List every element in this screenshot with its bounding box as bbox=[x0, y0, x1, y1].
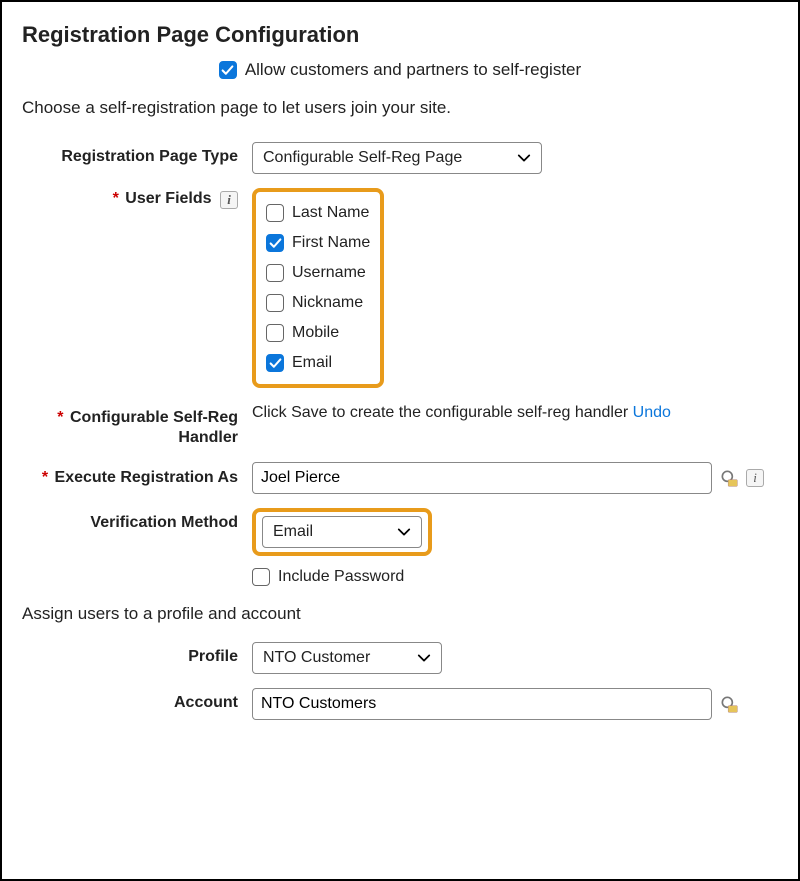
allow-self-register-checkbox[interactable] bbox=[219, 61, 237, 79]
page-title: Registration Page Configuration bbox=[22, 22, 778, 48]
include-password-label: Include Password bbox=[278, 568, 404, 586]
registration-page-type-value: Configurable Self-Reg Page bbox=[263, 149, 462, 167]
user-field-label: Last Name bbox=[292, 204, 369, 222]
required-asterisk: * bbox=[42, 469, 48, 486]
profile-select[interactable]: NTO Customer bbox=[252, 642, 442, 674]
verification-method-highlight: Email bbox=[252, 508, 432, 556]
check-icon bbox=[221, 64, 234, 77]
lookup-icon[interactable] bbox=[718, 467, 740, 489]
handler-message: Click Save to create the configurable se… bbox=[252, 404, 628, 421]
registration-page-type-select[interactable]: Configurable Self-Reg Page bbox=[252, 142, 542, 174]
chevron-down-icon bbox=[397, 525, 411, 539]
user-field-row: First Name bbox=[266, 228, 370, 258]
user-fields-label: User Fields bbox=[125, 190, 211, 207]
user-field-checkbox-lastname[interactable] bbox=[266, 204, 284, 222]
profile-value: NTO Customer bbox=[263, 649, 370, 667]
required-asterisk: * bbox=[57, 409, 63, 426]
profile-label: Profile bbox=[22, 642, 252, 666]
verification-method-label: Verification Method bbox=[22, 508, 252, 532]
account-input[interactable] bbox=[252, 688, 712, 720]
user-field-row: Username bbox=[266, 258, 370, 288]
account-label: Account bbox=[22, 688, 252, 712]
execute-as-label: Execute Registration As bbox=[55, 469, 238, 486]
user-fields-highlight: Last Name First Name Username Nickname bbox=[252, 188, 384, 388]
info-icon[interactable]: i bbox=[220, 191, 238, 209]
include-password-checkbox[interactable] bbox=[252, 568, 270, 586]
info-icon[interactable]: i bbox=[746, 469, 764, 487]
user-field-label: Username bbox=[292, 264, 366, 282]
user-field-label: Mobile bbox=[292, 324, 339, 342]
user-field-checkbox-firstname[interactable] bbox=[266, 234, 284, 252]
user-field-checkbox-email[interactable] bbox=[266, 354, 284, 372]
lookup-icon[interactable] bbox=[718, 693, 740, 715]
user-field-checkbox-username[interactable] bbox=[266, 264, 284, 282]
description-text: Choose a self-registration page to let u… bbox=[22, 98, 778, 118]
check-icon bbox=[269, 237, 282, 250]
user-field-label: First Name bbox=[292, 234, 370, 252]
user-field-label: Email bbox=[292, 354, 332, 372]
assign-section-text: Assign users to a profile and account bbox=[22, 604, 778, 624]
user-field-checkbox-mobile[interactable] bbox=[266, 324, 284, 342]
user-field-row: Last Name bbox=[266, 198, 370, 228]
execute-as-input[interactable] bbox=[252, 462, 712, 494]
registration-page-type-label: Registration Page Type bbox=[22, 142, 252, 166]
check-icon bbox=[269, 357, 282, 370]
handler-label: Configurable Self-Reg Handler bbox=[70, 409, 238, 446]
verification-method-select[interactable]: Email bbox=[262, 516, 422, 548]
chevron-down-icon bbox=[517, 151, 531, 165]
user-field-label: Nickname bbox=[292, 294, 363, 312]
user-field-row: Mobile bbox=[266, 318, 370, 348]
undo-link[interactable]: Undo bbox=[633, 404, 671, 421]
user-field-row: Email bbox=[266, 348, 370, 378]
user-field-row: Nickname bbox=[266, 288, 370, 318]
verification-method-value: Email bbox=[273, 523, 313, 541]
user-field-checkbox-nickname[interactable] bbox=[266, 294, 284, 312]
chevron-down-icon bbox=[417, 651, 431, 665]
required-asterisk: * bbox=[113, 190, 119, 207]
allow-self-register-label: Allow customers and partners to self-reg… bbox=[245, 60, 581, 80]
